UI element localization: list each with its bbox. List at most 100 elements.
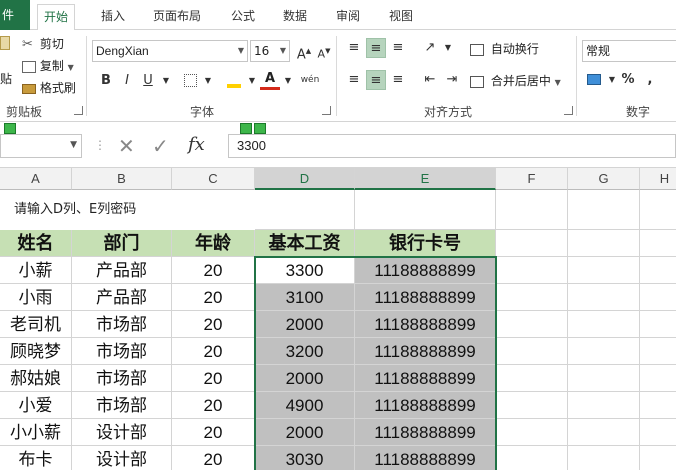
font-color-button[interactable]: A — [260, 71, 280, 90]
cell-g2[interactable] — [568, 230, 640, 257]
name-box[interactable]: ▼ — [0, 134, 82, 158]
font-name-combo[interactable]: DengXian ▼ — [92, 40, 248, 62]
clipboard-launcher-icon[interactable] — [74, 106, 83, 115]
comma-button[interactable]: , — [640, 70, 660, 90]
cell-h[interactable] — [640, 284, 676, 311]
fill-color-dropdown-icon[interactable]: ▼ — [242, 71, 262, 91]
cell-f[interactable] — [496, 365, 568, 392]
cell-f1[interactable] — [496, 190, 568, 230]
cell-f[interactable] — [496, 392, 568, 419]
cell-salary[interactable]: 2000 — [255, 365, 355, 392]
cell-h[interactable] — [640, 311, 676, 338]
cell-salary[interactable]: 3030 — [255, 446, 355, 470]
cell-h2[interactable] — [640, 230, 676, 257]
cell-age[interactable]: 20 — [172, 446, 255, 470]
percent-button[interactable]: % — [618, 70, 638, 90]
alignment-launcher-icon[interactable] — [564, 106, 573, 115]
cell-g[interactable] — [568, 365, 640, 392]
number-format-combo[interactable]: 常规 — [582, 40, 676, 62]
accounting-format-button[interactable] — [584, 70, 604, 90]
align-bottom-button[interactable]: ≡ — [388, 38, 408, 58]
cell-name[interactable]: 布卡 — [0, 446, 72, 470]
cell-e1[interactable] — [355, 190, 496, 230]
wrap-text-button[interactable]: 自动换行 — [470, 40, 539, 58]
tab-data[interactable]: 数据 — [283, 6, 307, 30]
cell-dept[interactable]: 市场部 — [72, 311, 172, 338]
tab-page-layout[interactable]: 页面布局 — [153, 6, 201, 30]
format-painter-button[interactable]: 格式刷 — [22, 79, 76, 97]
cut-button[interactable]: ✂ 剪切 — [22, 35, 64, 54]
align-middle-button[interactable]: ≡ — [366, 38, 386, 58]
shrink-font-button[interactable]: A▼ — [314, 41, 334, 61]
column-header-e[interactable]: E — [355, 168, 496, 190]
cell-card[interactable]: 11188888899 — [355, 284, 496, 311]
cell-f[interactable] — [496, 257, 568, 284]
cell-age[interactable]: 20 — [172, 257, 255, 284]
grow-font-button[interactable]: A▲ — [294, 41, 314, 62]
cell-g[interactable] — [568, 284, 640, 311]
cell-h[interactable] — [640, 257, 676, 284]
cell-f[interactable] — [496, 419, 568, 446]
cell-dept[interactable]: 产品部 — [72, 257, 172, 284]
orientation-button[interactable]: ↗ — [420, 38, 440, 58]
cell-salary[interactable]: 3200 — [255, 338, 355, 365]
cell-age[interactable]: 20 — [172, 311, 255, 338]
cell-name[interactable]: 小薪 — [0, 257, 72, 284]
cell-d1[interactable] — [255, 190, 355, 230]
increase-indent-button[interactable]: ⇥ — [442, 70, 462, 90]
tab-view[interactable]: 视图 — [389, 6, 413, 30]
cell-f[interactable] — [496, 284, 568, 311]
align-left-button[interactable]: ≡ — [344, 70, 364, 90]
cell-name[interactable]: 顾晓梦 — [0, 338, 72, 365]
column-header-a[interactable]: A — [0, 168, 72, 190]
cell-card[interactable]: 11188888899 — [355, 365, 496, 392]
cell-name[interactable]: 老司机 — [0, 311, 72, 338]
header-cell-age[interactable]: 年龄 — [172, 230, 255, 257]
cell-h1[interactable] — [640, 190, 676, 230]
cell-name[interactable]: 小雨 — [0, 284, 72, 311]
decrease-indent-button[interactable]: ⇤ — [420, 70, 440, 90]
cell-h[interactable] — [640, 338, 676, 365]
cell-h[interactable] — [640, 365, 676, 392]
cell-name[interactable]: 小小薪 — [0, 419, 72, 446]
phonetic-button[interactable]: wén — [300, 70, 320, 90]
cell-age[interactable]: 20 — [172, 419, 255, 446]
cell-salary[interactable]: 3100 — [255, 284, 355, 311]
cell-g[interactable] — [568, 392, 640, 419]
insert-function-button[interactable]: fx — [188, 134, 205, 155]
cell-f2[interactable] — [496, 230, 568, 257]
header-cell-card[interactable]: 银行卡号 — [355, 230, 496, 257]
tab-formulas[interactable]: 公式 — [231, 6, 255, 30]
underline-button[interactable]: U — [138, 71, 158, 91]
cell-salary[interactable]: 2000 — [255, 419, 355, 446]
cell-name[interactable]: 小爱 — [0, 392, 72, 419]
cell-g[interactable] — [568, 446, 640, 470]
italic-button[interactable]: I — [117, 71, 137, 91]
cell-card[interactable]: 11188888899 — [355, 446, 496, 470]
cell-dept[interactable]: 设计部 — [72, 419, 172, 446]
orientation-dropdown-icon[interactable]: ▼ — [438, 38, 458, 58]
column-header-f[interactable]: F — [496, 168, 568, 190]
column-header-d[interactable]: D — [255, 168, 355, 190]
column-header-c[interactable]: C — [172, 168, 255, 190]
cell-card[interactable]: 11188888899 — [355, 311, 496, 338]
column-header-b[interactable]: B — [72, 168, 172, 190]
formula-input[interactable]: 3300 — [228, 134, 676, 158]
cell-dept[interactable]: 设计部 — [72, 446, 172, 470]
cell-g1[interactable] — [568, 190, 640, 230]
cell-card[interactable]: 11188888899 — [355, 392, 496, 419]
font-launcher-icon[interactable] — [322, 106, 331, 115]
cell-g[interactable] — [568, 257, 640, 284]
cell-age[interactable]: 20 — [172, 338, 255, 365]
header-cell-name[interactable]: 姓名 — [0, 230, 72, 257]
cell-dept[interactable]: 市场部 — [72, 392, 172, 419]
align-center-button[interactable]: ≡ — [366, 70, 386, 90]
cell-card[interactable]: 11188888899 — [355, 257, 496, 284]
align-top-button[interactable]: ≡ — [344, 38, 364, 58]
cancel-icon[interactable]: ✕ — [118, 134, 135, 158]
cell-f[interactable] — [496, 446, 568, 470]
cell-name[interactable]: 郝姑娘 — [0, 365, 72, 392]
cell-salary[interactable]: 4900 — [255, 392, 355, 419]
enter-icon[interactable]: ✓ — [152, 134, 169, 158]
underline-dropdown-icon[interactable]: ▼ — [156, 71, 176, 91]
